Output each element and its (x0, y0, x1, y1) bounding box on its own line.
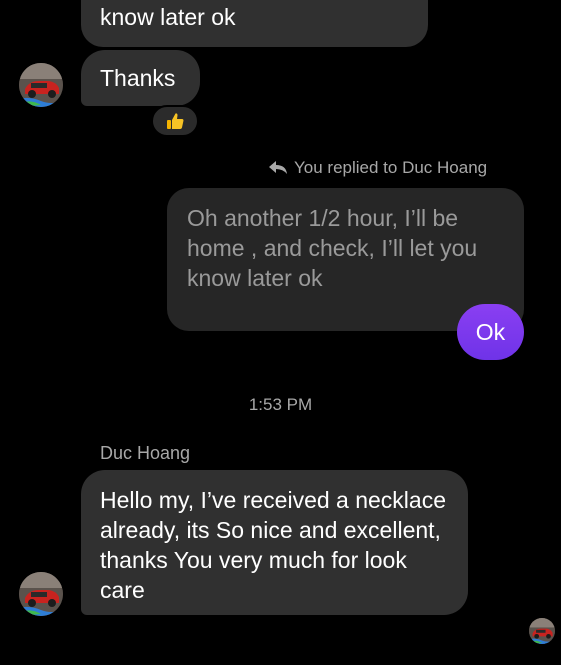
quoted-message-text: Oh another 1/2 hour, I’ll be home , and … (187, 205, 478, 291)
reply-arrow-icon (269, 161, 287, 174)
message-text: Thanks (100, 65, 176, 91)
sender-name: Duc Hoang (100, 443, 191, 463)
message-text: know later ok (100, 4, 236, 30)
reply-indicator: You replied to Duc Hoang (268, 156, 508, 180)
message-bubble-partial[interactable]: know later ok (81, 0, 428, 47)
message-bubble-thanks[interactable]: Thanks (81, 50, 200, 106)
message-bubble-hello[interactable]: Hello my, I’ve received a necklace alrea… (81, 470, 468, 615)
message-timestamp: 1:53 PM (248, 395, 313, 414)
outgoing-message-bubble[interactable]: Ok (457, 304, 524, 360)
message-text: Ok (475, 319, 506, 345)
message-reaction[interactable] (151, 105, 199, 137)
avatar-photo-icon (529, 618, 555, 644)
thumbs-up-icon (167, 113, 184, 129)
message-text: Hello my, I’ve received a necklace alrea… (100, 487, 446, 603)
contact-avatar[interactable] (19, 572, 63, 616)
reply-note-text: You replied to Duc Hoang (294, 158, 488, 177)
read-receipt-avatar (529, 618, 555, 644)
avatar-photo-icon (19, 63, 63, 107)
contact-avatar[interactable] (19, 63, 63, 107)
avatar-photo-icon (19, 572, 63, 616)
